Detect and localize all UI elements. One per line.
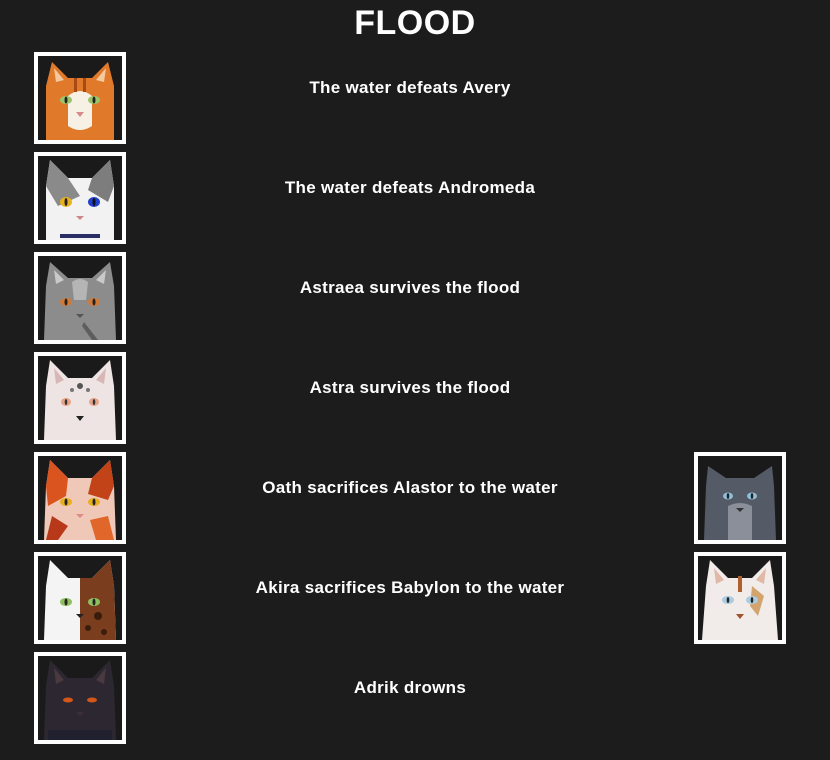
gray-cat-portrait xyxy=(34,252,126,344)
black-cat-portrait xyxy=(34,652,126,744)
white-brown-cat-portrait xyxy=(34,552,126,644)
event-text: Astraea survives the flood xyxy=(299,278,521,297)
event-row: Akira sacrifices Babylon to the water xyxy=(0,552,830,644)
event-row: Astra survives the flood xyxy=(0,352,830,444)
event-text: The water defeats Andromeda xyxy=(284,178,536,197)
white-cat-portrait xyxy=(694,552,786,644)
event-text: Oath sacrifices Alastor to the water xyxy=(262,478,558,497)
orange-tabby-cat-portrait xyxy=(34,52,126,144)
pale-cat-portrait xyxy=(34,352,126,444)
event-text: Adrik drowns xyxy=(353,678,467,697)
event-text: The water defeats Avery xyxy=(309,78,511,97)
dark-gray-cat-portrait xyxy=(694,452,786,544)
event-text: Astra survives the flood xyxy=(309,378,511,397)
event-row: The water defeats Andromeda xyxy=(0,152,830,244)
event-row: The water defeats Avery xyxy=(0,52,830,144)
event-row: Astraea survives the flood xyxy=(0,252,830,344)
gray-white-cat-portrait xyxy=(34,152,126,244)
event-text: Akira sacrifices Babylon to the water xyxy=(255,578,565,597)
calico-cat-portrait xyxy=(34,452,126,544)
event-row: Oath sacrifices Alastor to the water xyxy=(0,452,830,544)
event-row: Adrik drowns xyxy=(0,652,830,744)
page-title: FLOOD xyxy=(354,4,476,42)
